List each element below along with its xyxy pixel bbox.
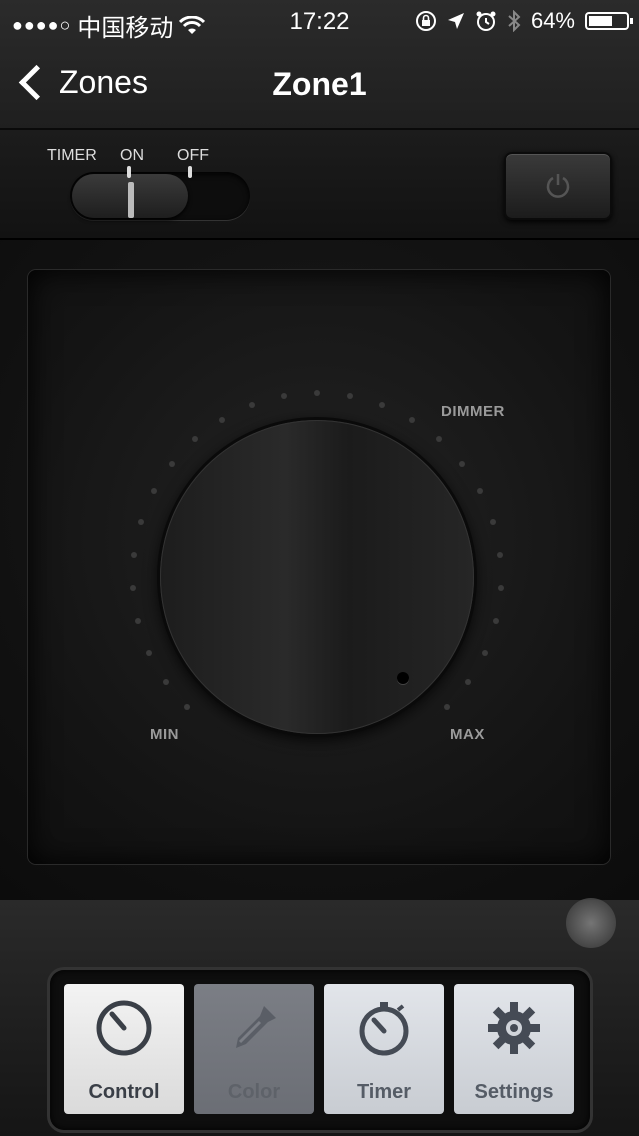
scale-dot [496, 551, 503, 558]
battery-percent: 64% [530, 8, 575, 33]
scale-dot [465, 678, 472, 685]
gauge-icon [96, 1000, 152, 1056]
scale-dot [169, 460, 176, 467]
timer-label: TIMER [47, 147, 97, 164]
stopwatch-icon [359, 1002, 409, 1056]
alarm-icon [476, 11, 496, 31]
tab-timer[interactable]: Timer [324, 984, 444, 1114]
scale-dot [146, 649, 153, 656]
eyedropper-icon [236, 1006, 276, 1048]
navigation-bar: Zones Zone1 [0, 44, 639, 128]
timer-off-tick [188, 166, 192, 178]
scale-dot [492, 618, 499, 625]
scale-dot [218, 416, 225, 423]
power-button[interactable] [504, 152, 612, 220]
timer-off-label: OFF [177, 147, 209, 164]
battery-icon [585, 12, 633, 30]
assistive-touch-button[interactable] [566, 898, 616, 948]
min-label: MIN [150, 726, 179, 743]
knob-indicator [397, 672, 409, 684]
scale-dot [489, 519, 496, 526]
scale-dot [280, 393, 287, 399]
tab-timer-label: Timer [356, 1081, 412, 1103]
tab-settings[interactable]: Settings [454, 984, 574, 1114]
status-bar: ●●●●○ 中国移动 17:22 64% [0, 0, 639, 44]
rotation-lock-icon [415, 11, 436, 31]
dimmer-title: DIMMER [441, 403, 505, 420]
scale-dot [481, 649, 488, 656]
switch-grip [128, 182, 134, 218]
location-icon [447, 13, 464, 29]
tab-control[interactable]: Control [64, 984, 184, 1114]
timer-on-tick [127, 166, 131, 178]
battery-fill [589, 16, 612, 26]
tab-control-label: Control [88, 1081, 160, 1103]
tab-settings-label: Settings [474, 1081, 554, 1103]
scale-dot [248, 401, 255, 408]
page-title: Zone1 [272, 66, 367, 102]
top-bar: ●●●●○ 中国移动 17:22 64% Zones Zone1 [0, 0, 639, 130]
bluetooth-icon [508, 10, 521, 32]
scale-dot [162, 678, 169, 685]
gear-icon [488, 1002, 540, 1054]
tab-color[interactable]: Color [194, 984, 314, 1114]
scale-dot [314, 390, 320, 396]
power-icon [546, 174, 570, 198]
scale-dot [458, 460, 465, 467]
scale-dot [183, 704, 190, 711]
scale-dot [409, 416, 416, 423]
scale-dot [497, 585, 504, 592]
timer-on-label: ON [120, 147, 144, 164]
dimmer-knob[interactable] [160, 420, 474, 734]
status-right: 64% [415, 8, 633, 34]
tab-color-label: Color [227, 1081, 281, 1103]
max-label: MAX [450, 726, 485, 743]
